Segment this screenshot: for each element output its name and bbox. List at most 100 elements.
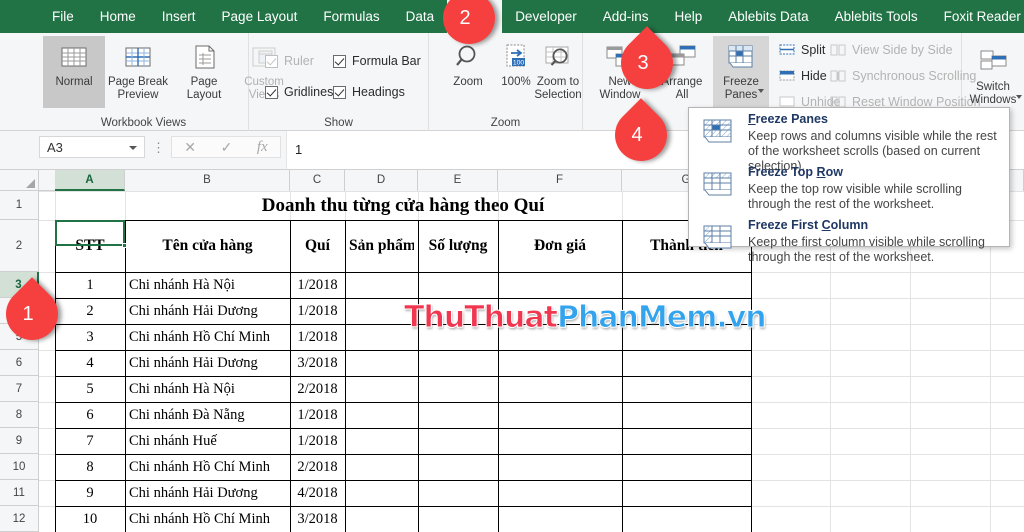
- table-header-cell[interactable]: STT: [59, 220, 121, 272]
- cell-san-pham[interactable]: [349, 454, 414, 480]
- select-all-corner[interactable]: [0, 170, 39, 191]
- cell-thanh-tien[interactable]: [626, 506, 747, 532]
- cell-so-luong[interactable]: [422, 480, 494, 506]
- normal-view-button[interactable]: Normal: [43, 36, 105, 108]
- column-header-C[interactable]: C: [290, 170, 345, 191]
- freeze-panes-button[interactable]: Freeze Panes: [713, 36, 769, 108]
- column-header-B[interactable]: B: [125, 170, 290, 191]
- cell-san-pham[interactable]: [349, 324, 414, 350]
- cell-ten-cua-hang[interactable]: Chi nhánh Hà Nội: [129, 376, 286, 402]
- cell-stt[interactable]: 8: [59, 454, 121, 480]
- cell-qui[interactable]: 3/2018: [294, 506, 341, 532]
- cell-ten-cua-hang[interactable]: Chi nhánh Hà Nội: [129, 272, 286, 298]
- cell-so-luong[interactable]: [422, 324, 494, 350]
- cell-qui[interactable]: 1/2018: [294, 272, 341, 298]
- cell-stt[interactable]: 5: [59, 376, 121, 402]
- table-header-cell[interactable]: Sản phẩm: [349, 220, 414, 272]
- cell-stt[interactable]: 9: [59, 480, 121, 506]
- cell-so-luong[interactable]: [422, 350, 494, 376]
- cell-so-luong[interactable]: [422, 376, 494, 402]
- menu-item-freeze-top-row[interactable]: Freeze Top Row Keep the top row visible …: [689, 165, 1011, 217]
- cell-san-pham[interactable]: [349, 376, 414, 402]
- cell-san-pham[interactable]: [349, 298, 414, 324]
- row-header-6[interactable]: 6: [0, 350, 39, 376]
- cell-qui[interactable]: 4/2018: [294, 480, 341, 506]
- chevron-down-icon[interactable]: [1016, 95, 1022, 99]
- cell-don-gia[interactable]: [502, 272, 618, 298]
- cell-qui[interactable]: 1/2018: [294, 298, 341, 324]
- row-header-10[interactable]: 10: [0, 454, 39, 480]
- cell-so-luong[interactable]: [422, 272, 494, 298]
- table-header-cell[interactable]: Quí: [294, 220, 341, 272]
- cell-thanh-tien[interactable]: [626, 324, 747, 350]
- cell-thanh-tien[interactable]: [626, 454, 747, 480]
- table-header-cell[interactable]: Tên cửa hàng: [129, 220, 286, 272]
- cell-ten-cua-hang[interactable]: Chi nhánh Hồ Chí Minh: [129, 324, 286, 350]
- cell-so-luong[interactable]: [422, 402, 494, 428]
- hide-button[interactable]: Hide: [779, 69, 827, 83]
- menu-item-freeze-panes[interactable]: Freeze Panes Keep rows and columns visib…: [689, 112, 1011, 173]
- cancel-x-icon[interactable]: ✕: [184, 139, 196, 156]
- gridlines-checkbox[interactable]: Gridlines: [265, 85, 333, 99]
- row-header-8[interactable]: 8: [0, 402, 39, 428]
- cell-qui[interactable]: 2/2018: [294, 376, 341, 402]
- cell-thanh-tien[interactable]: [626, 428, 747, 454]
- formula-bar-checkbox[interactable]: Formula Bar: [333, 54, 421, 68]
- cell-ten-cua-hang[interactable]: Chi nhánh Huế: [129, 428, 286, 454]
- cell-stt[interactable]: 3: [59, 324, 121, 350]
- cell-so-luong[interactable]: [422, 506, 494, 532]
- chevron-down-icon[interactable]: [758, 89, 764, 93]
- menu-item-freeze-first-column[interactable]: Freeze First Column Keep the first colum…: [689, 218, 1011, 270]
- cell-thanh-tien[interactable]: [626, 376, 747, 402]
- cell-san-pham[interactable]: [349, 272, 414, 298]
- cell-san-pham[interactable]: [349, 402, 414, 428]
- arrange-all-button[interactable]: Arrange All: [651, 36, 713, 108]
- row-header-12[interactable]: 12: [0, 506, 39, 532]
- cell-qui[interactable]: 2/2018: [294, 454, 341, 480]
- cell-thanh-tien[interactable]: [626, 480, 747, 506]
- cell-thanh-tien[interactable]: [626, 272, 747, 298]
- cell-san-pham[interactable]: [349, 428, 414, 454]
- cell-stt[interactable]: 1: [59, 272, 121, 298]
- zoom-to-selection-button[interactable]: Zoom to Selection: [533, 36, 583, 108]
- row-header-3[interactable]: 3: [0, 272, 39, 298]
- cell-stt[interactable]: 7: [59, 428, 121, 454]
- cell-stt[interactable]: 10: [59, 506, 121, 532]
- cell-ten-cua-hang[interactable]: Chi nhánh Hồ Chí Minh: [129, 506, 286, 532]
- ribbon-tab-view[interactable]: View: [447, 0, 503, 33]
- row-header-11[interactable]: 11: [0, 480, 39, 506]
- table-header-cell[interactable]: Đơn giá: [502, 220, 618, 272]
- cell-qui[interactable]: 3/2018: [294, 350, 341, 376]
- row-header-2[interactable]: 2: [0, 220, 39, 272]
- cell-so-luong[interactable]: [422, 298, 494, 324]
- column-header-D[interactable]: D: [345, 170, 418, 191]
- cell-don-gia[interactable]: [502, 402, 618, 428]
- cell-don-gia[interactable]: [502, 298, 618, 324]
- name-box[interactable]: A3: [39, 136, 145, 158]
- cell-stt[interactable]: 2: [59, 298, 121, 324]
- ribbon-tab-help[interactable]: Help: [662, 0, 716, 33]
- confirm-check-icon[interactable]: ✓: [221, 139, 233, 156]
- cell-don-gia[interactable]: [502, 454, 618, 480]
- cell-don-gia[interactable]: [502, 506, 618, 532]
- cell-san-pham[interactable]: [349, 506, 414, 532]
- ribbon-tab-formulas[interactable]: Formulas: [310, 0, 392, 33]
- switch-windows-button[interactable]: Switch Windows: [962, 41, 1024, 113]
- ribbon-tab-page-layout[interactable]: Page Layout: [209, 0, 311, 33]
- cell-so-luong[interactable]: [422, 454, 494, 480]
- fx-icon[interactable]: fx: [257, 139, 268, 156]
- row-header-7[interactable]: 7: [0, 376, 39, 402]
- cell-thanh-tien[interactable]: [626, 350, 747, 376]
- sheet-title-cell[interactable]: Doanh thu từng cửa hàng theo Quí: [59, 191, 747, 220]
- ribbon-tab-add-ins[interactable]: Add-ins: [590, 0, 662, 33]
- cell-san-pham[interactable]: [349, 480, 414, 506]
- cell-don-gia[interactable]: [502, 350, 618, 376]
- ruler-checkbox[interactable]: Ruler: [265, 54, 314, 68]
- row-header-5[interactable]: 5: [0, 324, 39, 350]
- headings-checkbox[interactable]: Headings: [333, 85, 405, 99]
- new-window-button[interactable]: New Window: [589, 36, 651, 108]
- page-layout-button[interactable]: Page Layout: [173, 36, 235, 108]
- cell-ten-cua-hang[interactable]: Chi nhánh Đà Nẵng: [129, 402, 286, 428]
- row-header-4[interactable]: 4: [0, 298, 39, 324]
- cell-so-luong[interactable]: [422, 428, 494, 454]
